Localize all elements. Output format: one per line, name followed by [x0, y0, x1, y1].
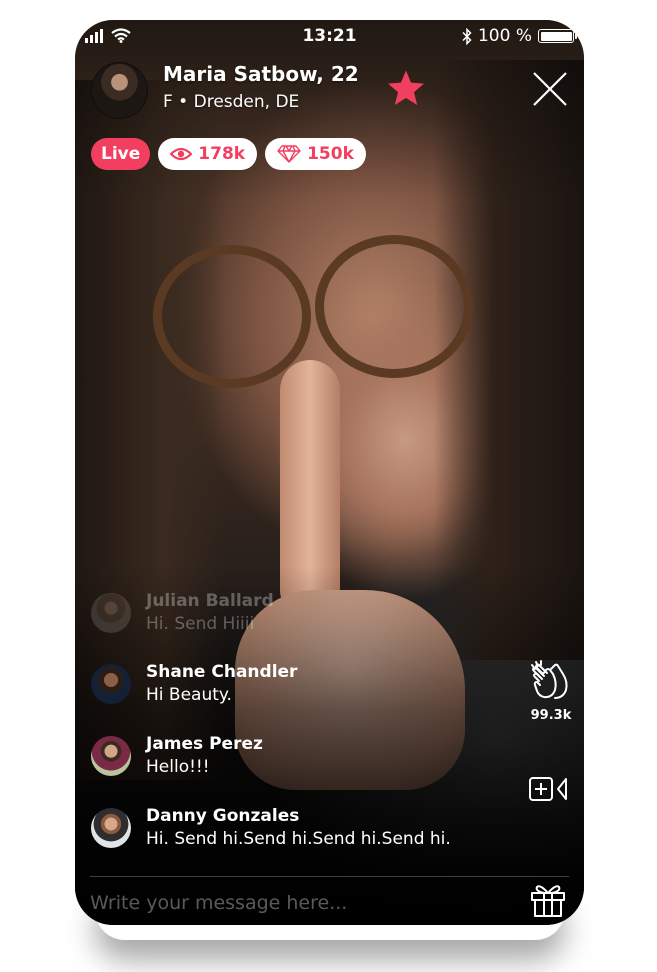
clap-count: 99.3k: [530, 708, 572, 723]
gems-badge: 150k: [265, 138, 366, 170]
composer-divider: [90, 876, 569, 877]
avatar[interactable]: [91, 808, 131, 848]
gems-count: 150k: [307, 144, 354, 164]
avatar[interactable]: [91, 736, 131, 776]
viewers-badge: 178k: [158, 138, 258, 170]
chat-text: Hello!!!: [146, 757, 210, 777]
chat-message: James Perez Hello!!!: [91, 733, 263, 779]
chat-text: Hi. Send Hiiii: [146, 614, 255, 634]
chat-author[interactable]: Shane Chandler: [146, 661, 297, 683]
chat-text: Hi. Send hi.Send hi.Send hi.Send hi.: [146, 829, 451, 849]
chat-message: Julian Ballard Hi. Send Hiiii: [91, 590, 274, 636]
star-icon[interactable]: [386, 68, 426, 108]
viewers-count: 178k: [198, 144, 246, 164]
eye-icon: [170, 147, 193, 161]
message-input[interactable]: [90, 886, 490, 920]
avatar[interactable]: [91, 664, 131, 704]
battery-icon: [538, 29, 577, 43]
clap-icon[interactable]: [529, 660, 573, 702]
bluetooth-icon: [462, 27, 472, 45]
status-bar: 13:21 100 %: [75, 20, 584, 54]
gift-icon[interactable]: [530, 882, 566, 918]
chat-message: Danny Gonzales Hi. Send hi.Send hi.Send …: [91, 805, 451, 851]
streamer-location: F • Dresden, DE: [163, 92, 300, 112]
stream-stats: Live 178k 150k: [91, 138, 366, 170]
background-video-detail: [315, 235, 473, 378]
add-video-icon[interactable]: [528, 774, 572, 804]
background-video-detail: [153, 245, 311, 388]
battery-percentage: 100 %: [477, 26, 532, 46]
chat-author[interactable]: Julian Ballard: [146, 590, 274, 612]
streamer-avatar[interactable]: [91, 62, 148, 119]
chat-author[interactable]: James Perez: [146, 733, 263, 755]
diamond-icon: [277, 145, 301, 163]
live-badge: Live: [91, 138, 151, 170]
live-stream-screen: 13:21 100 % Maria Satbow, 22 F • Dresden…: [75, 20, 584, 925]
chat-text: Hi Beauty.: [146, 685, 232, 705]
chat-author[interactable]: Danny Gonzales: [146, 805, 451, 827]
chat-message: Shane Chandler Hi Beauty.: [91, 661, 297, 707]
avatar[interactable]: [91, 593, 131, 633]
close-icon[interactable]: [531, 70, 569, 108]
streamer-name[interactable]: Maria Satbow, 22: [163, 62, 359, 86]
